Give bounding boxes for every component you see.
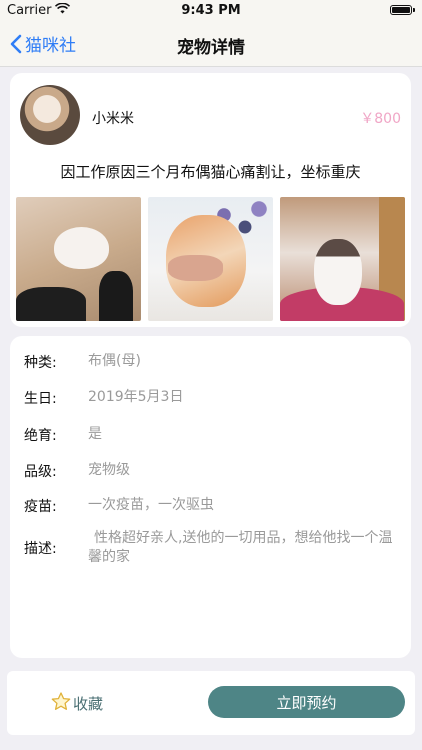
- page-title: 宠物详情: [177, 38, 245, 58]
- detail-label: 描述:: [24, 541, 57, 557]
- cat-photo-1[interactable]: [16, 197, 141, 321]
- cat-photo-3[interactable]: [280, 197, 405, 321]
- details-card: 种类: 布偶(母) 生日: 2019年5月3日 绝育: 是 品级: 宠物级 疫苗…: [10, 336, 411, 658]
- detail-label: 生日:: [24, 391, 57, 407]
- detail-value: 宠物级: [88, 462, 130, 478]
- favorite-label: 收藏: [73, 695, 104, 713]
- detail-label: 品级:: [24, 464, 57, 480]
- seller-name: 小米米: [92, 111, 134, 127]
- detail-value: 是: [88, 426, 102, 442]
- detail-label: 疫苗:: [24, 499, 57, 515]
- detail-row-description: 描述: 性格超好亲人,送他的一切用品，想给他找一个温馨的家: [24, 529, 399, 567]
- listing-title: 因工作原因三个月布偶猫心痛割让，坐标重庆: [60, 163, 361, 181]
- reserve-button[interactable]: 立即预约: [208, 686, 405, 718]
- reserve-label: 立即预约: [276, 693, 337, 712]
- detail-value: 一次疫苗，一次驱虫: [88, 497, 214, 513]
- detail-value: 2019年5月3日: [88, 389, 184, 405]
- star-icon: [51, 692, 71, 715]
- detail-label: 种类:: [24, 355, 57, 371]
- navigation-bar: 猫咪社 宠物详情: [0, 22, 422, 66]
- bottom-action-bar: 收藏 立即预约: [7, 671, 415, 735]
- detail-value: 性格超好亲人,送他的一切用品，想给他找一个温馨的家: [88, 530, 393, 565]
- cat-photo-2[interactable]: [148, 197, 273, 321]
- avatar[interactable]: [20, 85, 80, 145]
- favorite-button[interactable]: 收藏: [51, 692, 103, 715]
- status-bar: Carrier 9:43 PM: [0, 0, 422, 22]
- listing-card: 小米米 ￥800 因工作原因三个月布偶猫心痛割让，坐标重庆: [10, 73, 411, 327]
- detail-value: 布偶(母): [88, 353, 141, 369]
- detail-row-breed: 种类: 布偶(母): [24, 352, 399, 372]
- price-label: ￥800: [360, 111, 401, 127]
- photo-gallery: [16, 197, 405, 321]
- detail-row-neutered: 绝育: 是: [24, 425, 399, 445]
- detail-row-vaccine: 疫苗: 一次疫苗，一次驱虫: [24, 496, 399, 516]
- top-bar: Carrier 9:43 PM 猫咪社 宠物详情: [0, 0, 422, 67]
- detail-label: 绝育:: [24, 428, 57, 444]
- battery-icon: [390, 5, 415, 15]
- detail-row-grade: 品级: 宠物级: [24, 461, 399, 481]
- status-time: 9:43 PM: [181, 3, 241, 18]
- detail-row-birthday: 生日: 2019年5月3日: [24, 388, 399, 408]
